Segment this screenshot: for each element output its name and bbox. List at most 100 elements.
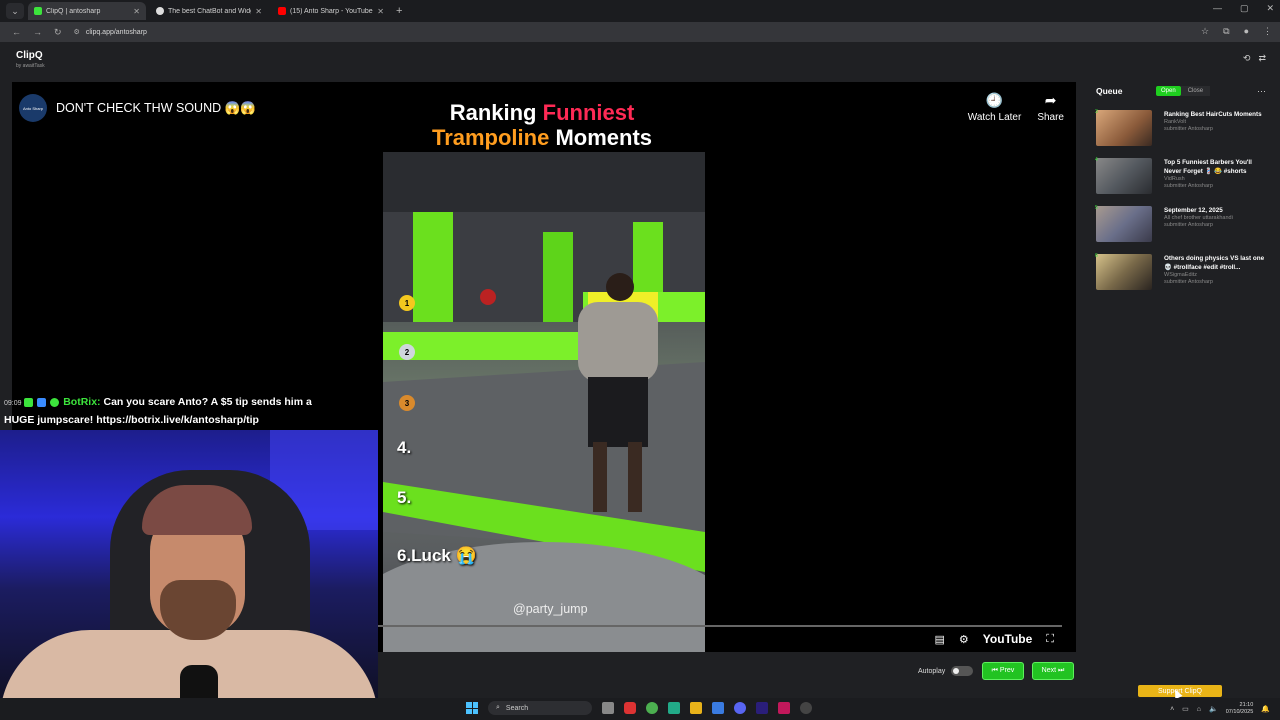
app-subtitle: by awaitTask — [16, 63, 45, 69]
prev-button[interactable]: ⏮ Prev — [982, 662, 1024, 680]
queue-item-title: Top 5 Funniest Barbers You'll Never Forg… — [1164, 159, 1252, 175]
close-window-icon[interactable]: ✕ — [1266, 3, 1274, 14]
channel-logo-text: Anto Sharp — [22, 105, 43, 111]
autoplay-label: Autoplay — [918, 667, 946, 675]
share-arrow-icon: ➦ — [1044, 92, 1057, 108]
tab-title: ClipQ | antosharp — [46, 7, 101, 15]
taskbar-search[interactable]: ⌕ Search — [488, 701, 592, 715]
browser-toolbar: ☆ ⧉ ● ⋮ — [1201, 26, 1272, 37]
queue-item-title: Ranking Best HairCuts Moments — [1164, 111, 1262, 118]
url-field[interactable]: ⚙ clipq.app/antosharp — [74, 28, 147, 37]
discord-icon[interactable] — [734, 702, 746, 714]
app-icon[interactable] — [624, 702, 636, 714]
app-icon[interactable] — [712, 702, 724, 714]
bot-badge-icon — [37, 397, 47, 407]
premiere-icon[interactable] — [756, 702, 768, 714]
back-icon[interactable]: ← — [12, 27, 21, 37]
extensions-icon[interactable]: ⧉ — [1223, 26, 1229, 37]
queue-item[interactable]: 3 Ranking Best HairCuts Moments RankVolt… — [1095, 109, 1266, 150]
queue-item-number: 5 — [1095, 205, 1098, 211]
close-tab-icon[interactable]: ✕ — [133, 7, 140, 16]
watch-later-button[interactable]: 🕘 Watch Later — [968, 92, 1022, 123]
windows-start-icon[interactable] — [466, 702, 478, 714]
maximize-icon[interactable]: ▢ — [1240, 3, 1249, 14]
queue-item[interactable]: 5 September 12, 2025 All chef brother ut… — [1095, 205, 1266, 246]
tab-chatbot[interactable]: The best ChatBot and Widgets ✕ — [150, 2, 268, 20]
tab-title: (15) Anto Sharp - YouTube — [290, 7, 373, 15]
subtitles-icon[interactable]: ▤ — [934, 633, 944, 646]
menu-icon[interactable]: ⋮ — [1263, 26, 1272, 37]
fullscreen-icon[interactable]: ⛶ — [1046, 633, 1054, 646]
player-controls: ▤ ⚙ YouTube ⛶ — [934, 632, 1054, 646]
chat-time: 09:09 — [4, 400, 22, 407]
minimize-icon[interactable]: — — [1213, 3, 1222, 14]
tray-app-icon[interactable]: ▭ — [1182, 705, 1189, 713]
share-button[interactable]: ➦ Share — [1037, 92, 1064, 123]
tab-search-button[interactable]: ⌄ — [6, 3, 24, 19]
close-tab-icon[interactable]: ✕ — [377, 7, 384, 16]
tray-chevron-icon[interactable]: ˄ — [1170, 706, 1174, 713]
queue-header: Queue Open Close ⋯ — [1090, 82, 1270, 100]
forward-icon[interactable]: → — [33, 27, 42, 37]
queue-item-info: September 12, 2025 All chef brother utta… — [1164, 206, 1233, 246]
app-icon[interactable] — [778, 702, 790, 714]
reload-icon[interactable]: ↻ — [54, 27, 62, 38]
video-frame: 1 2 3 4. 5. 6.Luck 😭 @party_jump — [383, 152, 705, 652]
queue-item-number: 3 — [1095, 109, 1098, 115]
share-label: Share — [1037, 112, 1064, 123]
profile-avatar-icon[interactable]: ● — [1244, 26, 1249, 37]
queue-item-submitter: submitter Antosharp — [1164, 126, 1213, 132]
channel-logo[interactable]: Anto Sharp — [19, 94, 47, 122]
network-icon[interactable]: ⌂ — [1197, 706, 1201, 713]
queue-title: Queue — [1096, 86, 1123, 96]
youtube-favicon-icon — [278, 7, 286, 15]
video-title[interactable]: DON'T CHECK THW SOUND 😱😱 — [56, 101, 256, 116]
queue-item-channel: WSigmaEditz — [1164, 272, 1198, 278]
queue-item-submitter: submitter Antosharp — [1164, 279, 1213, 285]
site-info-icon[interactable]: ⚙ — [74, 28, 80, 36]
chat-username: BotRix: — [63, 396, 101, 408]
autoplay-control: Autoplay — [918, 666, 974, 676]
autoplay-toggle[interactable] — [951, 666, 974, 676]
settings-gear-icon[interactable]: ⚙ — [959, 633, 969, 646]
tab-title: The best ChatBot and Widgets — [168, 7, 251, 15]
bookmark-star-icon[interactable]: ☆ — [1201, 26, 1209, 37]
volume-icon[interactable]: 🔈 — [1209, 705, 1218, 713]
close-tab-icon[interactable]: ✕ — [255, 7, 262, 16]
browser-tab-bar: ⌄ ClipQ | antosharp ✕ The best ChatBot a… — [0, 0, 1280, 22]
silver-medal-icon: 2 — [399, 344, 415, 360]
rank-label: 5. — [397, 488, 412, 507]
webcam-overlay — [0, 430, 378, 720]
notifications-icon[interactable]: 🔔 — [1261, 705, 1270, 713]
system-clock[interactable]: 21:10 07/10/2025 — [1226, 702, 1254, 716]
next-button[interactable]: Next ⏭ — [1032, 662, 1074, 680]
app-icon[interactable] — [668, 702, 680, 714]
queue-close-button[interactable]: Close — [1180, 86, 1211, 96]
chrome-icon[interactable] — [646, 702, 658, 714]
file-explorer-icon[interactable] — [690, 702, 702, 714]
history-icon[interactable]: ⟲ — [1243, 53, 1251, 64]
video-progress-bar[interactable] — [378, 625, 1062, 627]
trampoline-scene — [383, 152, 705, 652]
queue-open-button[interactable]: Open — [1156, 86, 1181, 96]
queue-item-thumbnail — [1096, 206, 1152, 242]
address-bar: ← → ↻ ⚙ clipq.app/antosharp ☆ ⧉ ● ⋮ — [0, 22, 1280, 42]
video-headline: Ranking Funniest Trampoline Moments — [392, 100, 692, 150]
obs-icon[interactable] — [800, 702, 812, 714]
settings-sliders-icon[interactable]: ⇄ — [1258, 53, 1266, 64]
task-view-icon[interactable] — [602, 702, 614, 714]
queue-item[interactable]: 6 Others doing physics VS last one 💀 #tr… — [1095, 253, 1266, 294]
clipq-app: ClipQ by awaitTask ⟲ ⇄ Anto Sharp DON'T … — [0, 42, 1280, 720]
queue-panel: Queue Open Close ⋯ 3 Ranking Best HairCu… — [1090, 82, 1270, 682]
new-tab-button[interactable]: + — [396, 5, 402, 17]
tab-clipq[interactable]: ClipQ | antosharp ✕ — [28, 2, 146, 20]
queue-item-thumbnail — [1096, 254, 1152, 290]
tab-youtube[interactable]: (15) Anto Sharp - YouTube ✕ — [272, 2, 390, 20]
more-options-icon[interactable]: ⋯ — [1257, 86, 1266, 97]
queue-item-thumbnail — [1096, 110, 1152, 146]
clock-time: 21:10 — [1239, 702, 1254, 708]
url-text: clipq.app/antosharp — [85, 28, 147, 36]
queue-item-channel: All chef brother uttarakhandi — [1164, 215, 1233, 221]
queue-item[interactable]: 4 Top 5 Funniest Barbers You'll Never Fo… — [1095, 157, 1266, 198]
youtube-logo[interactable]: YouTube — [983, 632, 1033, 646]
